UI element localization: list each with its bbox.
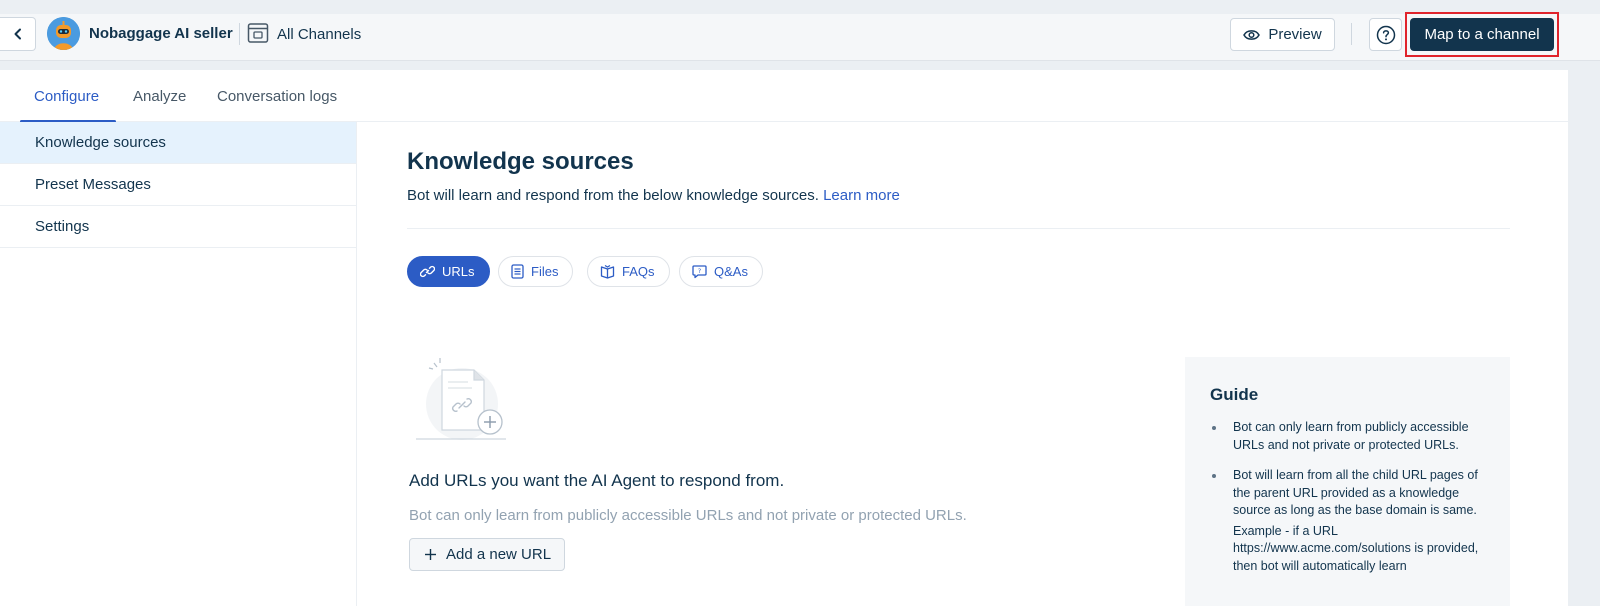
sidebar-item-settings[interactable]: Settings: [0, 206, 356, 248]
top-header: Nobaggage AI seller All Channels Preview…: [0, 12, 1600, 61]
guide-item: Bot will learn from all the child URL pa…: [1210, 467, 1486, 575]
guide-title: Guide: [1210, 385, 1259, 404]
preview-label: Preview: [1268, 26, 1322, 43]
sidebar-item-knowledge-sources[interactable]: Knowledge sources: [0, 122, 356, 164]
preview-button[interactable]: Preview: [1230, 18, 1335, 51]
subtitle-text: Bot will learn and respond from the belo…: [407, 187, 819, 204]
source-tab-urls[interactable]: URLs: [407, 256, 490, 287]
svg-text:?: ?: [698, 267, 701, 275]
tab-configure[interactable]: Configure: [34, 88, 99, 105]
link-icon: [420, 265, 435, 278]
guide-item-text: Bot will learn from all the child URL pa…: [1233, 468, 1478, 517]
empty-state-subtitle: Bot can only learn from publicly accessi…: [409, 507, 967, 524]
guide-list: Bot can only learn from publicly accessi…: [1210, 419, 1486, 575]
eye-icon: [1243, 29, 1261, 40]
bot-avatar: [47, 17, 80, 50]
guide-panel: Guide Bot can only learn from publicly a…: [1185, 357, 1510, 606]
sidebar-item-preset-messages[interactable]: Preset Messages: [0, 164, 356, 206]
source-tab-files[interactable]: Files: [498, 256, 574, 287]
guide-example: Example - if a URL https://www.acme.com/…: [1233, 523, 1479, 573]
source-tab-label: URLs: [442, 264, 475, 279]
learn-more-link[interactable]: Learn more: [823, 187, 900, 204]
empty-state-title: Add URLs you want the AI Agent to respon…: [409, 471, 785, 490]
source-tab-label: FAQs: [622, 264, 655, 279]
chat-question-icon: ?: [692, 265, 707, 279]
source-tab-qas[interactable]: ? Q&As: [679, 256, 763, 287]
source-tab-label: Files: [531, 264, 559, 279]
page-subtitle: Bot will learn and respond from the belo…: [407, 187, 900, 204]
plus-icon: [425, 549, 436, 560]
back-button[interactable]: [0, 17, 36, 51]
source-tab-faqs[interactable]: FAQs: [587, 256, 670, 287]
help-button[interactable]: [1369, 18, 1402, 51]
file-icon: [511, 264, 524, 279]
header-divider: [1351, 23, 1352, 45]
add-new-url-label: Add a new URL: [446, 546, 552, 563]
section-divider: [407, 228, 1510, 229]
content-area: Knowledge sources Bot will learn and res…: [357, 122, 1568, 606]
source-tab-label: Q&As: [714, 264, 748, 279]
all-channels-label[interactable]: All Channels: [277, 26, 361, 43]
bot-name: Nobaggage AI seller: [89, 25, 233, 42]
guide-item-text: Bot can only learn from publicly accessi…: [1233, 420, 1469, 452]
chevron-left-icon: [14, 28, 21, 40]
tab-conversation-logs[interactable]: Conversation logs: [217, 88, 337, 105]
main-panel: Configure Analyze Conversation logs Know…: [0, 70, 1568, 606]
tab-analyze[interactable]: Analyze: [133, 88, 186, 105]
tab-bar: Configure Analyze Conversation logs: [0, 70, 1568, 123]
add-new-url-button[interactable]: Add a new URL: [409, 538, 565, 571]
channel-window-icon: [247, 23, 269, 43]
robot-avatar-icon: [47, 17, 80, 50]
page-title: Knowledge sources: [407, 148, 634, 175]
header-divider: [239, 23, 240, 45]
map-to-channel-button[interactable]: Map to a channel: [1410, 18, 1554, 51]
link-document-illustration-icon: [416, 358, 506, 440]
sidebar: Knowledge sources Preset Messages Settin…: [0, 122, 357, 606]
guide-item: Bot can only learn from publicly accessi…: [1210, 419, 1486, 454]
question-circle-icon: [1376, 25, 1395, 44]
book-icon: [600, 264, 615, 279]
